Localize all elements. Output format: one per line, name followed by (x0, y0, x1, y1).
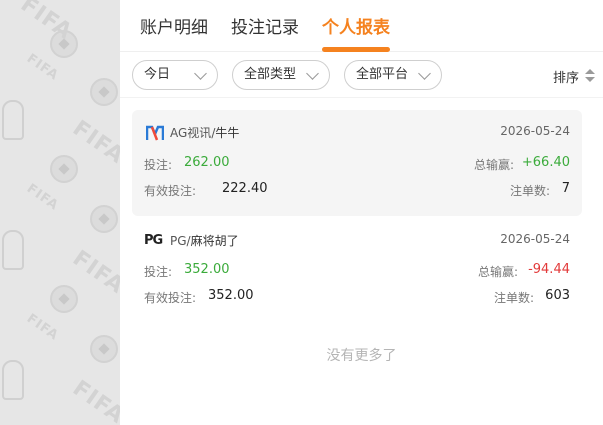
no-more-text: 没有更多了 (326, 348, 397, 364)
pg-logo-icon: PG (144, 233, 163, 248)
report-card: AG视讯/牛牛 2026-05-24 投注: 262.00 总输赢: +66.4… (132, 110, 582, 216)
bet-value: 262.00 (184, 155, 230, 170)
bet-count-label: 注单数: (494, 291, 535, 305)
date-filter-label: 今日 (144, 67, 171, 82)
valid-bet-value: 222.40 (222, 181, 268, 196)
bet-count-value: 7 (561, 181, 570, 196)
tab-bet-records[interactable]: 投注记录 (231, 13, 299, 38)
sort-button[interactable]: 排序 (553, 67, 579, 86)
football-icon (50, 155, 78, 183)
bet-label: 投注: (144, 158, 173, 172)
vendor-name: PG (170, 234, 187, 248)
valid-bet-label: 有效投注: (144, 184, 197, 198)
bet-count-value: 603 (545, 288, 570, 303)
background-pattern: FIFA FIFA FIFA FIFA FIFA FIFA FIFA (0, 0, 120, 425)
report-card: PG PG/麻将胡了 2026-05-24 投注: 352.00 总输赢: -9… (132, 218, 582, 324)
record-date: 2026-05-24 (500, 124, 570, 138)
trophy-icon (2, 230, 24, 270)
football-icon (90, 78, 118, 106)
chevron-down-icon (194, 67, 207, 80)
vendor-game-label: AG视讯/牛牛 (170, 124, 239, 141)
game-name: 牛牛 (215, 126, 240, 140)
valid-bet-value: 352.00 (208, 288, 254, 303)
winloss-value: -94.44 (528, 262, 570, 277)
winloss-label: 总输赢: (474, 158, 515, 172)
trophy-icon (2, 360, 24, 400)
filter-bar: 今日 全部类型 全部平台 排序 (120, 52, 603, 98)
bet-label: 投注: (144, 265, 173, 279)
platform-filter-label: 全部平台 (356, 67, 409, 82)
vendor-game-label: PG/麻将胡了 (170, 232, 239, 249)
valid-bet-label: 有效投注: (144, 291, 197, 305)
ag-logo-icon (146, 125, 164, 141)
tab-personal-report[interactable]: 个人报表 (322, 13, 390, 38)
football-icon (50, 285, 78, 313)
game-name: 麻将胡了 (190, 234, 239, 248)
trophy-icon (2, 100, 24, 140)
bet-value: 352.00 (184, 262, 230, 277)
football-icon (90, 335, 118, 363)
bet-count-label: 注单数: (510, 184, 551, 198)
type-filter-dropdown[interactable]: 全部类型 (232, 60, 330, 90)
fifa-watermark: FIFA (67, 375, 120, 425)
record-date: 2026-05-24 (500, 232, 570, 246)
report-panel: 账户明细 投注记录 个人报表 今日 全部类型 全部平台 排序 AG视讯/牛牛 2… (120, 0, 603, 425)
fifa-watermark: FIFA (23, 181, 62, 214)
winloss-value: +66.40 (521, 155, 570, 170)
chevron-down-icon (418, 67, 431, 80)
fifa-watermark: FIFA (23, 311, 62, 344)
tab-account-details[interactable]: 账户明细 (140, 13, 208, 38)
winloss-label: 总输赢: (478, 265, 519, 279)
date-filter-dropdown[interactable]: 今日 (132, 60, 218, 90)
type-filter-label: 全部类型 (244, 67, 297, 82)
chevron-down-icon (306, 67, 319, 80)
sort-icon[interactable] (585, 69, 595, 83)
football-icon (90, 205, 118, 233)
tab-bar: 账户明细 投注记录 个人报表 (120, 0, 603, 52)
platform-filter-dropdown[interactable]: 全部平台 (344, 60, 442, 90)
fifa-watermark: FIFA (23, 51, 62, 84)
vendor-name: AG视讯 (170, 126, 212, 140)
